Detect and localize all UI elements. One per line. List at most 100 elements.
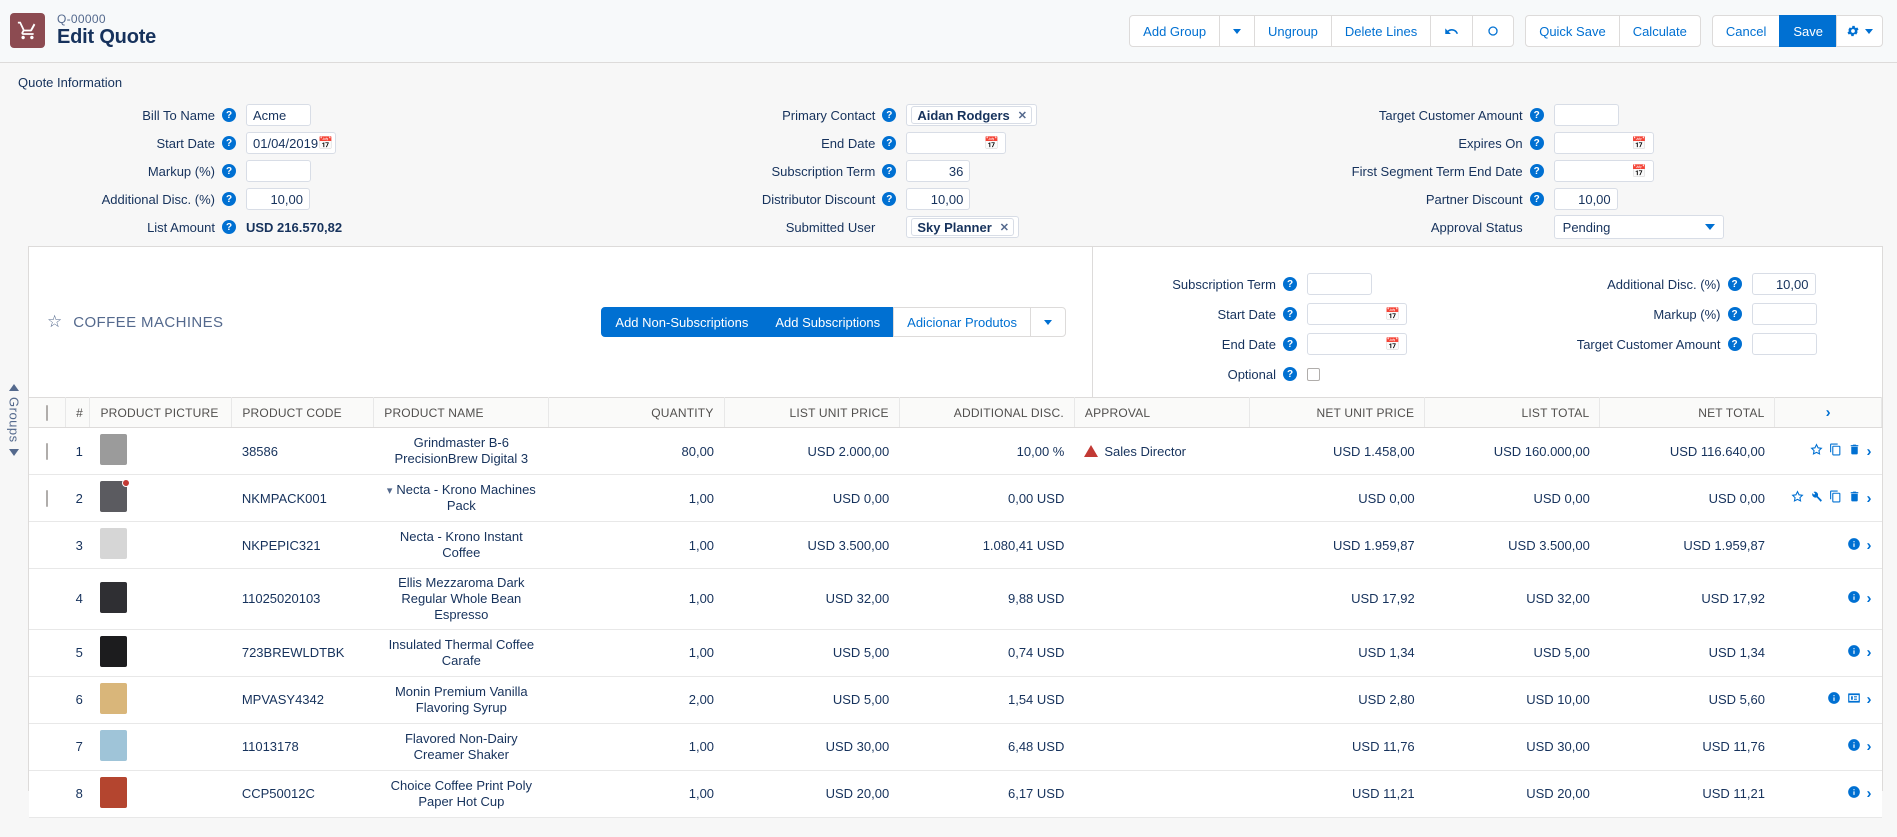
- column-approval[interactable]: APPROVAL: [1074, 397, 1251, 428]
- table-row[interactable]: 2 NKMPACK001 ▾ Necta - Krono Machines Pack 1…: [29, 474, 1882, 522]
- markup-percent-input[interactable]: [246, 160, 311, 182]
- column-list-unit-price[interactable]: LIST UNIT PRICE: [724, 397, 900, 428]
- quantity[interactable]: 2,00: [548, 676, 725, 724]
- calendar-icon[interactable]: 📅: [1632, 164, 1647, 178]
- help-icon[interactable]: ?: [1529, 164, 1544, 178]
- table-row[interactable]: 4 11025020103 Ellis Mezzaroma Dark Regular…: [29, 568, 1882, 630]
- remove-pill-icon[interactable]: ✕: [1018, 109, 1027, 122]
- help-icon[interactable]: ?: [882, 108, 897, 122]
- help-icon[interactable]: ?: [882, 192, 897, 206]
- table-row[interactable]: 3 NKPEPIC321 Necta - Krono Instant Coffee 1…: [29, 521, 1882, 569]
- additional-disc[interactable]: 1.080,41 USD: [899, 521, 1075, 569]
- table-row[interactable]: 5 723BREWLDTBK Insulated Thermal Coffee Ca…: [29, 629, 1882, 677]
- group-end-date-input[interactable]: 📅: [1307, 333, 1407, 355]
- help-icon[interactable]: ?: [882, 136, 897, 150]
- help-icon[interactable]: ?: [222, 192, 236, 206]
- list-unit-price[interactable]: USD 20,00: [724, 770, 900, 818]
- additional-disc-percent-input[interactable]: 10,00: [246, 188, 310, 210]
- list-unit-price[interactable]: USD 0,00: [724, 474, 900, 522]
- additional-disc[interactable]: 0,74 USD: [899, 629, 1075, 677]
- additional-disc[interactable]: 6,17 USD: [899, 770, 1075, 818]
- row-checkbox[interactable]: [46, 489, 49, 507]
- group-target-customer-amount-input[interactable]: [1751, 333, 1817, 355]
- column-row-number[interactable]: #: [65, 397, 91, 428]
- calendar-icon[interactable]: 📅: [1632, 136, 1647, 150]
- column-product-code[interactable]: PRODUCT CODE: [231, 397, 375, 428]
- row-checkbox[interactable]: [46, 442, 49, 460]
- group-subscription-term-input[interactable]: [1307, 273, 1372, 295]
- additional-disc[interactable]: 6,48 USD: [899, 723, 1075, 771]
- column-list-total[interactable]: LIST TOTAL: [1424, 397, 1601, 428]
- column-quantity[interactable]: QUANTITY: [548, 397, 725, 428]
- save-button[interactable]: Save: [1779, 15, 1837, 47]
- approval-status-select[interactable]: Pending: [1553, 215, 1724, 239]
- help-icon[interactable]: ?: [1283, 337, 1297, 351]
- info-icon[interactable]: [1847, 644, 1861, 661]
- table-row[interactable]: 8 CCP50012C Choice Coffee Print Poly Paper…: [29, 770, 1882, 818]
- collapse-down-icon[interactable]: [9, 448, 19, 456]
- additional-disc[interactable]: 0,00 USD: [899, 474, 1075, 522]
- expires-on-input[interactable]: 📅: [1553, 132, 1654, 154]
- quantity[interactable]: 1,00: [548, 568, 725, 630]
- collapse-up-icon[interactable]: [9, 384, 19, 392]
- scroll-right-icon[interactable]: ›: [1826, 404, 1831, 421]
- info-icon[interactable]: [1847, 537, 1861, 554]
- star-outline-icon[interactable]: [1809, 443, 1823, 459]
- cancel-button[interactable]: Cancel: [1711, 15, 1781, 47]
- help-icon[interactable]: ?: [1727, 277, 1742, 291]
- quantity[interactable]: 1,00: [548, 474, 725, 522]
- undo-button[interactable]: [1430, 15, 1474, 47]
- table-row[interactable]: 1 38586 Grindmaster B-6 PrecisionBrew Digi…: [29, 427, 1882, 475]
- help-icon[interactable]: ?: [1283, 367, 1297, 381]
- additional-disc[interactable]: 1,54 USD: [899, 676, 1075, 724]
- submitted-user-pill[interactable]: Sky Planner ✕: [911, 218, 1014, 236]
- quantity[interactable]: 80,00: [548, 427, 725, 475]
- end-date-input[interactable]: 📅: [906, 132, 1007, 154]
- calendar-icon[interactable]: 📅: [318, 136, 333, 150]
- select-all-checkbox[interactable]: [46, 404, 49, 421]
- list-unit-price[interactable]: USD 3.500,00: [724, 521, 900, 569]
- distributor-discount-input[interactable]: 10,00: [906, 188, 971, 210]
- quantity[interactable]: 1,00: [548, 521, 725, 569]
- bill-to-name-input[interactable]: Acme: [246, 104, 311, 126]
- table-row[interactable]: 6 MPVASY4342 Monin Premium Vanilla Flavori…: [29, 676, 1882, 724]
- group-markup-percent-input[interactable]: [1751, 303, 1817, 325]
- column-product-name[interactable]: PRODUCT NAME: [373, 397, 550, 428]
- help-icon[interactable]: ?: [1529, 136, 1544, 150]
- list-unit-price[interactable]: USD 30,00: [724, 723, 900, 771]
- start-date-input[interactable]: 01/04/2019 📅: [246, 132, 336, 154]
- expand-row-icon[interactable]: ›: [1867, 738, 1872, 755]
- quick-save-button[interactable]: Quick Save: [1525, 15, 1620, 47]
- quantity[interactable]: 1,00: [548, 723, 725, 771]
- image-icon[interactable]: [1847, 691, 1861, 708]
- table-row[interactable]: 7 11013178 Flavored Non-Dairy Creamer Shak…: [29, 723, 1882, 771]
- help-icon[interactable]: ?: [1727, 307, 1742, 321]
- help-icon[interactable]: ?: [222, 136, 236, 150]
- delete-icon[interactable]: [1848, 490, 1861, 506]
- remove-pill-icon[interactable]: ✕: [1000, 221, 1009, 234]
- calendar-icon[interactable]: 📅: [1385, 307, 1400, 321]
- help-icon[interactable]: ?: [1283, 277, 1297, 291]
- help-icon[interactable]: ?: [222, 164, 236, 178]
- subscription-term-input[interactable]: 36: [906, 160, 971, 182]
- submitted-user-lookup[interactable]: Sky Planner ✕: [906, 216, 1019, 238]
- target-customer-amount-input[interactable]: [1553, 104, 1619, 126]
- column-additional-disc[interactable]: ADDITIONAL DISC.: [899, 397, 1075, 428]
- refresh-button[interactable]: [1472, 15, 1515, 47]
- add-non-subscriptions-button[interactable]: Add Non-Subscriptions: [601, 307, 763, 337]
- list-unit-price[interactable]: USD 32,00: [724, 568, 900, 630]
- info-icon[interactable]: [1827, 691, 1841, 708]
- list-unit-price[interactable]: USD 2.000,00: [724, 427, 900, 475]
- list-unit-price[interactable]: USD 5,00: [724, 676, 900, 724]
- expand-row-icon[interactable]: ›: [1867, 590, 1872, 607]
- column-net-total[interactable]: NET TOTAL: [1599, 397, 1776, 428]
- add-group-dropdown-button[interactable]: [1219, 15, 1256, 47]
- delete-icon[interactable]: [1848, 443, 1861, 459]
- quantity[interactable]: 1,00: [548, 629, 725, 677]
- group-start-date-input[interactable]: 📅: [1307, 303, 1407, 325]
- add-subscriptions-button[interactable]: Add Subscriptions: [761, 307, 895, 337]
- column-net-unit-price[interactable]: NET UNIT PRICE: [1249, 397, 1426, 428]
- expand-row-icon[interactable]: ›: [1867, 443, 1872, 460]
- help-icon[interactable]: ?: [1529, 192, 1544, 206]
- wrench-icon[interactable]: [1810, 490, 1823, 506]
